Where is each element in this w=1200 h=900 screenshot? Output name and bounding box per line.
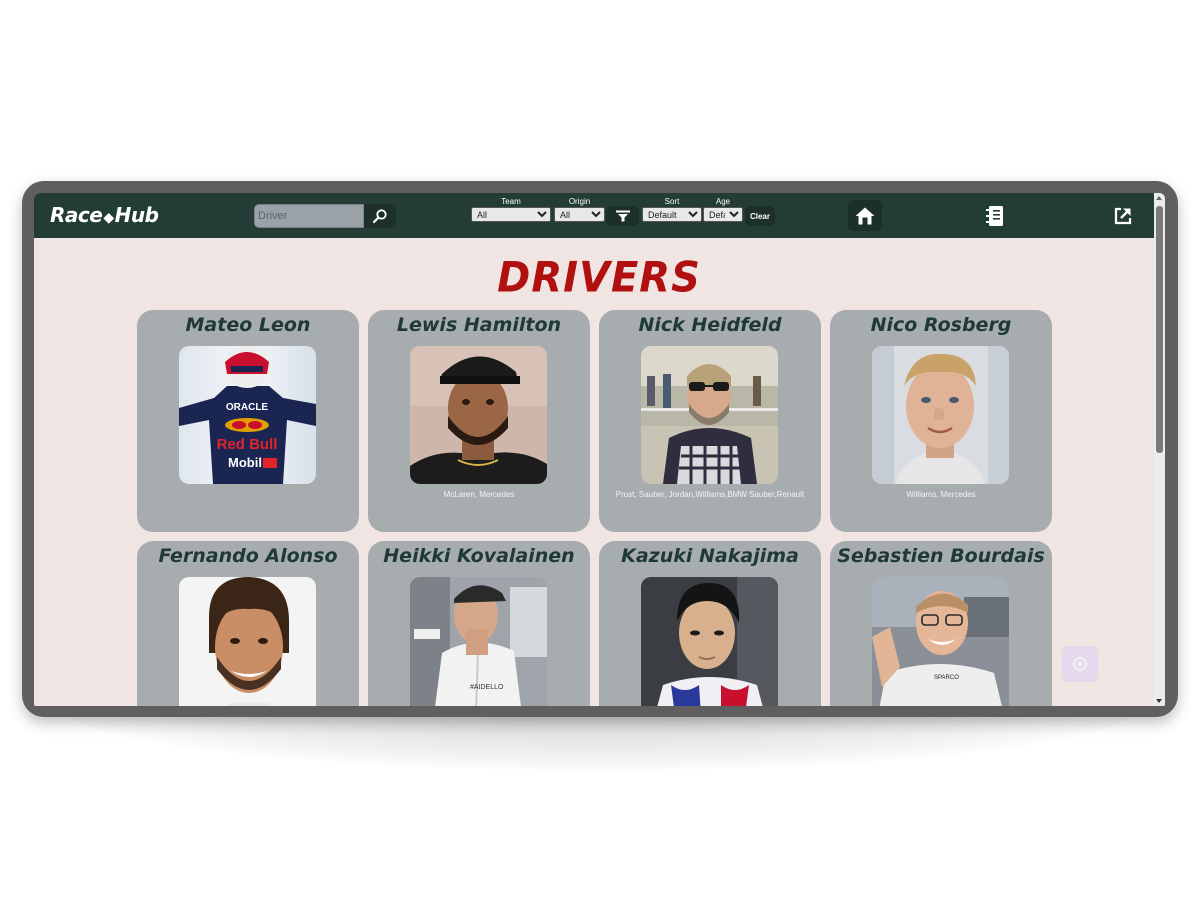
share-icon — [1114, 207, 1132, 224]
driver-name: Fernando Alonso — [158, 545, 338, 567]
home-icon — [855, 207, 875, 224]
team-select[interactable]: All — [471, 207, 551, 222]
svg-text:ORACLE: ORACLE — [226, 402, 269, 413]
assistant-button[interactable] — [1062, 646, 1098, 682]
age-filter: Age Defau — [703, 197, 743, 222]
driver-name: Nick Heidfeld — [638, 314, 782, 336]
origin-filter: Origin All — [554, 197, 605, 222]
driver-teams: Williams, Mercedes — [906, 490, 976, 499]
age-filter-label: Age — [715, 197, 731, 206]
sort-select[interactable]: Default — [642, 207, 702, 222]
driver-card[interactable]: Fernando Alonso — [137, 541, 359, 706]
driver-photo — [179, 577, 316, 706]
logo-text-hub: Hub — [114, 203, 159, 227]
driver-photo: SPARCO — [872, 577, 1009, 706]
navbar: Race◆Hub Team All Origin All — [34, 193, 1154, 238]
team-filter: Team All — [471, 197, 551, 222]
scroll-up-icon[interactable] — [1156, 196, 1162, 200]
driver-search-input[interactable] — [254, 204, 364, 228]
driver-card[interactable]: Sebastien Bourdais SPARCO — [830, 541, 1052, 706]
driver-card[interactable]: Nico Rosberg Williams, Mercedes — [830, 310, 1052, 532]
checkered-flag-icon: ◆ — [103, 210, 114, 226]
driver-name: Kazuki Nakajima — [621, 545, 799, 567]
share-button[interactable] — [1106, 200, 1140, 231]
driver-name: Mateo Leon — [185, 314, 311, 336]
driver-teams: Prost, Sauber, Jordan,Williams,BMW Saube… — [615, 490, 805, 499]
apply-filter-button[interactable] — [606, 206, 639, 226]
clear-filters-button[interactable]: Clear — [745, 206, 775, 226]
driver-card[interactable]: Nick Heidfeld Prost, Sauber, Jordan,Will… — [599, 310, 821, 532]
driver-card[interactable]: Heikki Kovalainen #AIDELLO — [368, 541, 590, 706]
logbook-button[interactable] — [978, 200, 1012, 231]
filter-icon — [615, 210, 630, 222]
vertical-scrollbar[interactable] — [1154, 193, 1165, 706]
driver-card[interactable]: Kazuki Nakajima — [599, 541, 821, 706]
scroll-thumb[interactable] — [1156, 206, 1163, 453]
sparkle-icon — [1073, 657, 1087, 671]
team-filter-label: Team — [501, 197, 521, 206]
racehub-logo[interactable]: Race◆Hub — [50, 202, 159, 228]
driver-card[interactable]: Lewis Hamilton McLaren, Mercedes — [368, 310, 590, 532]
scroll-down-icon[interactable] — [1156, 699, 1162, 703]
logo-text-race: Race — [50, 203, 103, 227]
search-button[interactable] — [364, 204, 396, 228]
svg-text:#AIDELLO: #AIDELLO — [470, 684, 504, 691]
driver-name: Heikki Kovalainen — [383, 545, 575, 567]
driver-photo — [410, 346, 547, 484]
driver-name: Sebastien Bourdais — [837, 545, 1045, 567]
driver-photo — [872, 346, 1009, 484]
driver-name: Nico Rosberg — [870, 314, 1012, 336]
driver-photo — [641, 346, 778, 484]
home-button[interactable] — [848, 200, 882, 231]
age-select[interactable]: Defau — [703, 207, 743, 222]
page-title: DRIVERS — [497, 253, 701, 303]
driver-name: Lewis Hamilton — [396, 314, 562, 336]
svg-text:Mobil: Mobil — [228, 455, 262, 470]
logbook-icon — [986, 205, 1003, 226]
driver-card[interactable]: Mateo Leon ORACLE Red Bull Mobil — [137, 310, 359, 532]
origin-select[interactable]: All — [554, 207, 605, 222]
driver-search — [254, 204, 398, 228]
driver-photo — [641, 577, 778, 706]
search-icon — [372, 209, 387, 224]
browser-viewport: Race◆Hub Team All Origin All — [34, 193, 1165, 706]
svg-text:Red Bull: Red Bull — [217, 436, 278, 453]
sort-filter-label: Sort — [664, 197, 680, 206]
sort-filter: Sort Default — [642, 197, 702, 222]
origin-filter-label: Origin — [568, 197, 591, 206]
svg-text:SPARCO: SPARCO — [934, 675, 959, 681]
driver-photo: ORACLE Red Bull Mobil — [179, 346, 316, 484]
driver-teams: McLaren, Mercedes — [443, 490, 515, 499]
driver-photo: #AIDELLO — [410, 577, 547, 706]
